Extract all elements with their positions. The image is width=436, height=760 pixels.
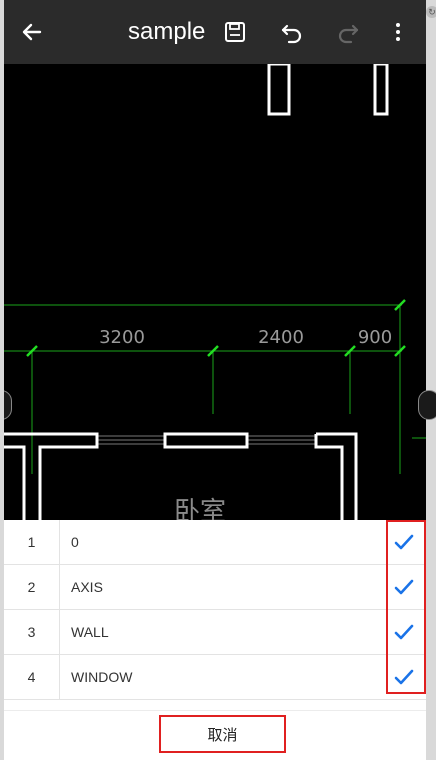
dialog-footer: 取消 [4,710,426,760]
layer-name: 0 [71,534,79,550]
dimension-label: 2400 [258,327,304,348]
wall-outline [314,434,344,520]
redo-icon[interactable] [330,14,366,50]
cad-viewer-app: sample 3200 2400 900 卧室 1 0 2 AXIS 3 WAL… [4,0,426,760]
cancel-button[interactable]: 取消 [159,715,286,753]
layer-index: 1 [4,520,60,564]
dimension-label: 3200 [99,327,145,348]
wall-segment [373,64,389,116]
save-icon[interactable] [217,14,253,50]
wall-outline [4,445,26,520]
layer-row[interactable]: 4 WINDOW [4,655,426,700]
corner-badge-icon: ↻ [426,6,436,18]
layer-name: AXIS [71,579,103,595]
layer-index: 2 [4,565,60,609]
back-arrow-icon[interactable] [14,14,50,50]
layer-index: 4 [4,655,60,699]
wall-outline [163,432,249,449]
undo-icon[interactable] [274,14,310,50]
layer-row[interactable]: 1 0 [4,520,426,565]
layer-row[interactable]: 3 WALL [4,610,426,655]
checkbox-column-highlight [386,520,426,694]
document-title: sample [128,18,206,45]
more-vert-icon[interactable] [380,14,416,50]
top-toolbar: sample [4,0,426,64]
room-label: 卧室 [174,497,226,520]
layer-name: WALL [71,624,109,640]
wall-segment [267,64,291,116]
drawing-canvas[interactable]: 3200 2400 900 卧室 [4,64,426,520]
layer-name: WINDOW [71,669,133,685]
right-edge [426,0,436,760]
dimension-label: 900 [358,327,392,348]
layer-row[interactable]: 2 AXIS [4,565,426,610]
right-scroll-handle[interactable] [418,390,436,420]
layer-index: 3 [4,610,60,654]
